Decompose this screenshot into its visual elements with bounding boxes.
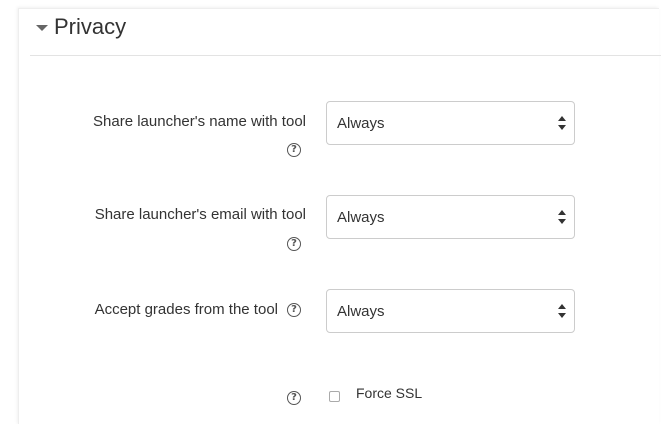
section-divider <box>30 55 661 56</box>
question-circle-icon[interactable]: ? <box>287 391 301 405</box>
share-name-select[interactable]: Always <box>326 101 575 145</box>
section-header-privacy[interactable]: Privacy <box>36 12 126 42</box>
question-circle-icon[interactable]: ? <box>287 237 301 251</box>
share-email-label: Share launcher's email with tool <box>94 206 306 223</box>
select-arrows-icon <box>558 116 566 130</box>
share-name-select-value: Always <box>337 114 385 132</box>
caret-down-icon[interactable] <box>36 25 48 31</box>
share-name-label: Share launcher's name with tool <box>93 113 306 130</box>
select-arrows-icon <box>558 210 566 224</box>
question-circle-icon[interactable]: ? <box>287 303 301 317</box>
section-title: Privacy <box>54 14 127 39</box>
share-email-select[interactable]: Always <box>326 195 575 239</box>
share-email-select-value: Always <box>337 208 385 226</box>
select-arrows-icon <box>558 304 566 318</box>
question-circle-icon[interactable]: ? <box>287 143 301 157</box>
force-ssl-checkbox[interactable] <box>329 391 340 402</box>
accept-grades-select-value: Always <box>337 302 385 320</box>
force-ssl-label[interactable]: Force SSL <box>356 385 422 401</box>
privacy-settings-page: Privacy Share launcher's name with tool … <box>0 0 661 424</box>
accept-grades-select[interactable]: Always <box>326 289 575 333</box>
accept-grades-label: Accept grades from the tool <box>94 301 278 318</box>
